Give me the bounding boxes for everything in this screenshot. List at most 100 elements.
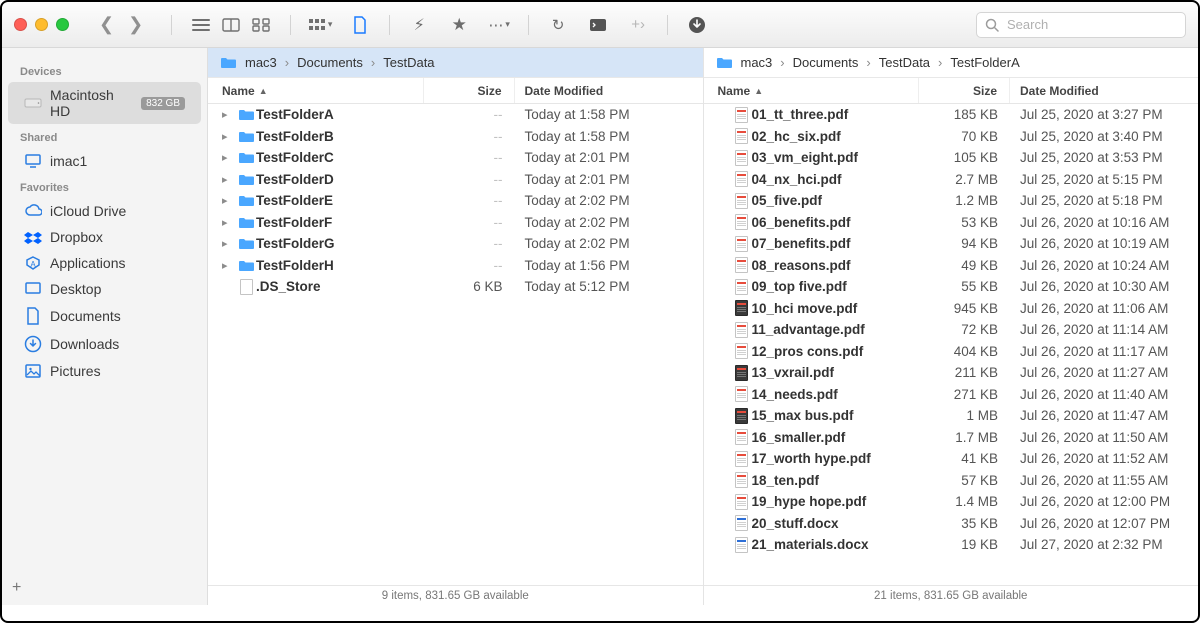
sidebar-item-applications[interactable]: AApplications bbox=[8, 250, 201, 276]
file-row[interactable]: 21_materials.docx19 KBJul 27, 2020 at 2:… bbox=[704, 534, 1199, 556]
breadcrumb-item[interactable]: Documents bbox=[297, 55, 363, 70]
disclosure-triangle[interactable]: ▸ bbox=[222, 173, 236, 186]
file-row[interactable]: 11_advantage.pdf72 KBJul 26, 2020 at 11:… bbox=[704, 319, 1199, 341]
file-row[interactable]: 17_worth hype.pdf41 KBJul 26, 2020 at 11… bbox=[704, 448, 1199, 470]
file-row[interactable]: 19_hype hope.pdf1.4 MBJul 26, 2020 at 12… bbox=[704, 491, 1199, 513]
file-row[interactable]: 04_nx_hci.pdf2.7 MBJul 25, 2020 at 5:15 … bbox=[704, 169, 1199, 191]
sidebar-item-label: Pictures bbox=[50, 363, 185, 379]
terminal-button[interactable] bbox=[583, 13, 613, 37]
file-row[interactable]: 01_tt_three.pdf185 KBJul 25, 2020 at 3:2… bbox=[704, 104, 1199, 126]
zoom-window-button[interactable] bbox=[56, 18, 69, 31]
file-row[interactable]: ▸TestFolderC--Today at 2:01 PM bbox=[208, 147, 703, 169]
breadcrumb-item[interactable]: Documents bbox=[793, 55, 859, 70]
group-by-button[interactable]: ▾ bbox=[305, 13, 335, 37]
forward-button[interactable]: ❯ bbox=[128, 14, 143, 35]
file-date: Jul 26, 2020 at 11:50 AM bbox=[1010, 430, 1198, 445]
add-pane-button[interactable]: +› bbox=[623, 13, 653, 37]
file-row[interactable]: 02_hc_six.pdf70 KBJul 25, 2020 at 3:40 P… bbox=[704, 126, 1199, 148]
sidebar-item-documents[interactable]: Documents bbox=[8, 302, 201, 330]
list-view-button[interactable] bbox=[186, 13, 216, 37]
sidebar-section-header: Devices bbox=[2, 58, 207, 82]
sidebar-item-downloads[interactable]: Downloads bbox=[8, 330, 201, 358]
documents-icon bbox=[24, 307, 42, 325]
file-date: Jul 26, 2020 at 12:07 PM bbox=[1010, 516, 1198, 531]
file-row[interactable]: 06_benefits.pdf53 KBJul 26, 2020 at 10:1… bbox=[704, 212, 1199, 234]
sidebar-item-desktop[interactable]: Desktop bbox=[8, 276, 201, 302]
file-date: Jul 25, 2020 at 3:53 PM bbox=[1010, 150, 1198, 165]
file-row[interactable]: 10_hci move.pdf945 KBJul 26, 2020 at 11:… bbox=[704, 298, 1199, 320]
new-tab-button[interactable]: + bbox=[12, 579, 21, 597]
window-controls bbox=[14, 18, 69, 31]
file-date: Today at 5:12 PM bbox=[515, 279, 703, 294]
file-row[interactable]: 08_reasons.pdf49 KBJul 26, 2020 at 10:24… bbox=[704, 255, 1199, 277]
file-row[interactable]: ▸TestFolderG--Today at 2:02 PM bbox=[208, 233, 703, 255]
file-row[interactable]: 05_five.pdf1.2 MBJul 25, 2020 at 5:18 PM bbox=[704, 190, 1199, 212]
disclosure-triangle[interactable]: ▸ bbox=[222, 237, 236, 250]
breadcrumb-item[interactable]: mac3 bbox=[245, 55, 277, 70]
download-button[interactable] bbox=[682, 13, 712, 37]
pictures-icon bbox=[24, 363, 42, 379]
file-name: .DS_Store bbox=[256, 279, 423, 294]
disclosure-triangle[interactable]: ▸ bbox=[222, 259, 236, 272]
disclosure-triangle[interactable]: ▸ bbox=[222, 130, 236, 143]
folder-icon bbox=[236, 151, 256, 164]
file-row[interactable]: 15_max bus.pdf1 MBJul 26, 2020 at 11:47 … bbox=[704, 405, 1199, 427]
header-size[interactable]: Size bbox=[423, 78, 515, 103]
icon-view-button[interactable] bbox=[246, 13, 276, 37]
sidebar-item-imac1[interactable]: imac1 bbox=[8, 148, 201, 174]
file-size: 1.2 MB bbox=[918, 193, 1010, 208]
sidebar-item-macintosh-hd[interactable]: Macintosh HD832 GB bbox=[8, 82, 201, 124]
breadcrumb-item[interactable]: TestFolderA bbox=[950, 55, 1019, 70]
plus-arrow-icon: +› bbox=[631, 16, 645, 33]
file-row[interactable]: ▸TestFolderD--Today at 2:01 PM bbox=[208, 169, 703, 191]
file-size: 1 MB bbox=[918, 408, 1010, 423]
pane-status: 21 items, 831.65 GB available bbox=[704, 585, 1199, 605]
file-row[interactable]: ▸TestFolderF--Today at 2:02 PM bbox=[208, 212, 703, 234]
file-row[interactable]: 03_vm_eight.pdf105 KBJul 25, 2020 at 3:5… bbox=[704, 147, 1199, 169]
file-row[interactable]: 12_pros cons.pdf404 KBJul 26, 2020 at 11… bbox=[704, 341, 1199, 363]
close-window-button[interactable] bbox=[14, 18, 27, 31]
header-name[interactable]: Name▲ bbox=[222, 84, 423, 98]
search-input[interactable] bbox=[1005, 16, 1175, 33]
file-row[interactable]: 16_smaller.pdf1.7 MBJul 26, 2020 at 11:5… bbox=[704, 427, 1199, 449]
file-row[interactable]: ▸TestFolderB--Today at 1:58 PM bbox=[208, 126, 703, 148]
quick-action-button[interactable]: ⚡︎ bbox=[404, 13, 434, 37]
file-row[interactable]: 07_benefits.pdf94 KBJul 26, 2020 at 10:1… bbox=[704, 233, 1199, 255]
header-date[interactable]: Date Modified bbox=[515, 84, 703, 98]
breadcrumb-item[interactable]: TestData bbox=[879, 55, 930, 70]
file-name: 10_hci move.pdf bbox=[752, 301, 919, 316]
file-name: 19_hype hope.pdf bbox=[752, 494, 919, 509]
disclosure-triangle[interactable]: ▸ bbox=[222, 108, 236, 121]
more-actions-button[interactable]: ⋯▾ bbox=[484, 13, 514, 37]
disclosure-triangle[interactable]: ▸ bbox=[222, 194, 236, 207]
sync-icon: ↻ bbox=[552, 16, 565, 34]
file-row[interactable]: 13_vxrail.pdf211 KBJul 26, 2020 at 11:27… bbox=[704, 362, 1199, 384]
sidebar-item-pictures[interactable]: Pictures bbox=[8, 358, 201, 384]
search-field[interactable] bbox=[976, 12, 1186, 38]
file-row[interactable]: 14_needs.pdf271 KBJul 26, 2020 at 11:40 … bbox=[704, 384, 1199, 406]
file-row[interactable]: .DS_Store6 KBToday at 5:12 PM bbox=[208, 276, 703, 298]
file-date: Jul 26, 2020 at 11:47 AM bbox=[1010, 408, 1198, 423]
file-row[interactable]: ▸TestFolderA--Today at 1:58 PM bbox=[208, 104, 703, 126]
disclosure-triangle[interactable]: ▸ bbox=[222, 216, 236, 229]
header-size[interactable]: Size bbox=[918, 78, 1010, 103]
file-row[interactable]: ▸TestFolderH--Today at 1:56 PM bbox=[208, 255, 703, 277]
minimize-window-button[interactable] bbox=[35, 18, 48, 31]
disclosure-triangle[interactable]: ▸ bbox=[222, 151, 236, 164]
breadcrumb-item[interactable]: mac3 bbox=[741, 55, 773, 70]
sync-button[interactable]: ↻ bbox=[543, 13, 573, 37]
header-name[interactable]: Name▲ bbox=[718, 84, 919, 98]
breadcrumb-item[interactable]: TestData bbox=[383, 55, 434, 70]
file-row[interactable]: 09_top five.pdf55 KBJul 26, 2020 at 10:3… bbox=[704, 276, 1199, 298]
file-row[interactable]: ▸TestFolderE--Today at 2:02 PM bbox=[208, 190, 703, 212]
sidebar-item-dropbox[interactable]: Dropbox bbox=[8, 224, 201, 250]
new-document-button[interactable] bbox=[345, 13, 375, 37]
pdf-dark-icon bbox=[732, 365, 752, 381]
tag-button[interactable]: ★ bbox=[444, 13, 474, 37]
back-button[interactable]: ❮ bbox=[99, 14, 114, 35]
file-row[interactable]: 18_ten.pdf57 KBJul 26, 2020 at 11:55 AM bbox=[704, 470, 1199, 492]
sidebar-item-icloud-drive[interactable]: iCloud Drive bbox=[8, 198, 201, 224]
file-row[interactable]: 20_stuff.docx35 KBJul 26, 2020 at 12:07 … bbox=[704, 513, 1199, 535]
column-view-button[interactable] bbox=[216, 13, 246, 37]
header-date[interactable]: Date Modified bbox=[1010, 84, 1198, 98]
